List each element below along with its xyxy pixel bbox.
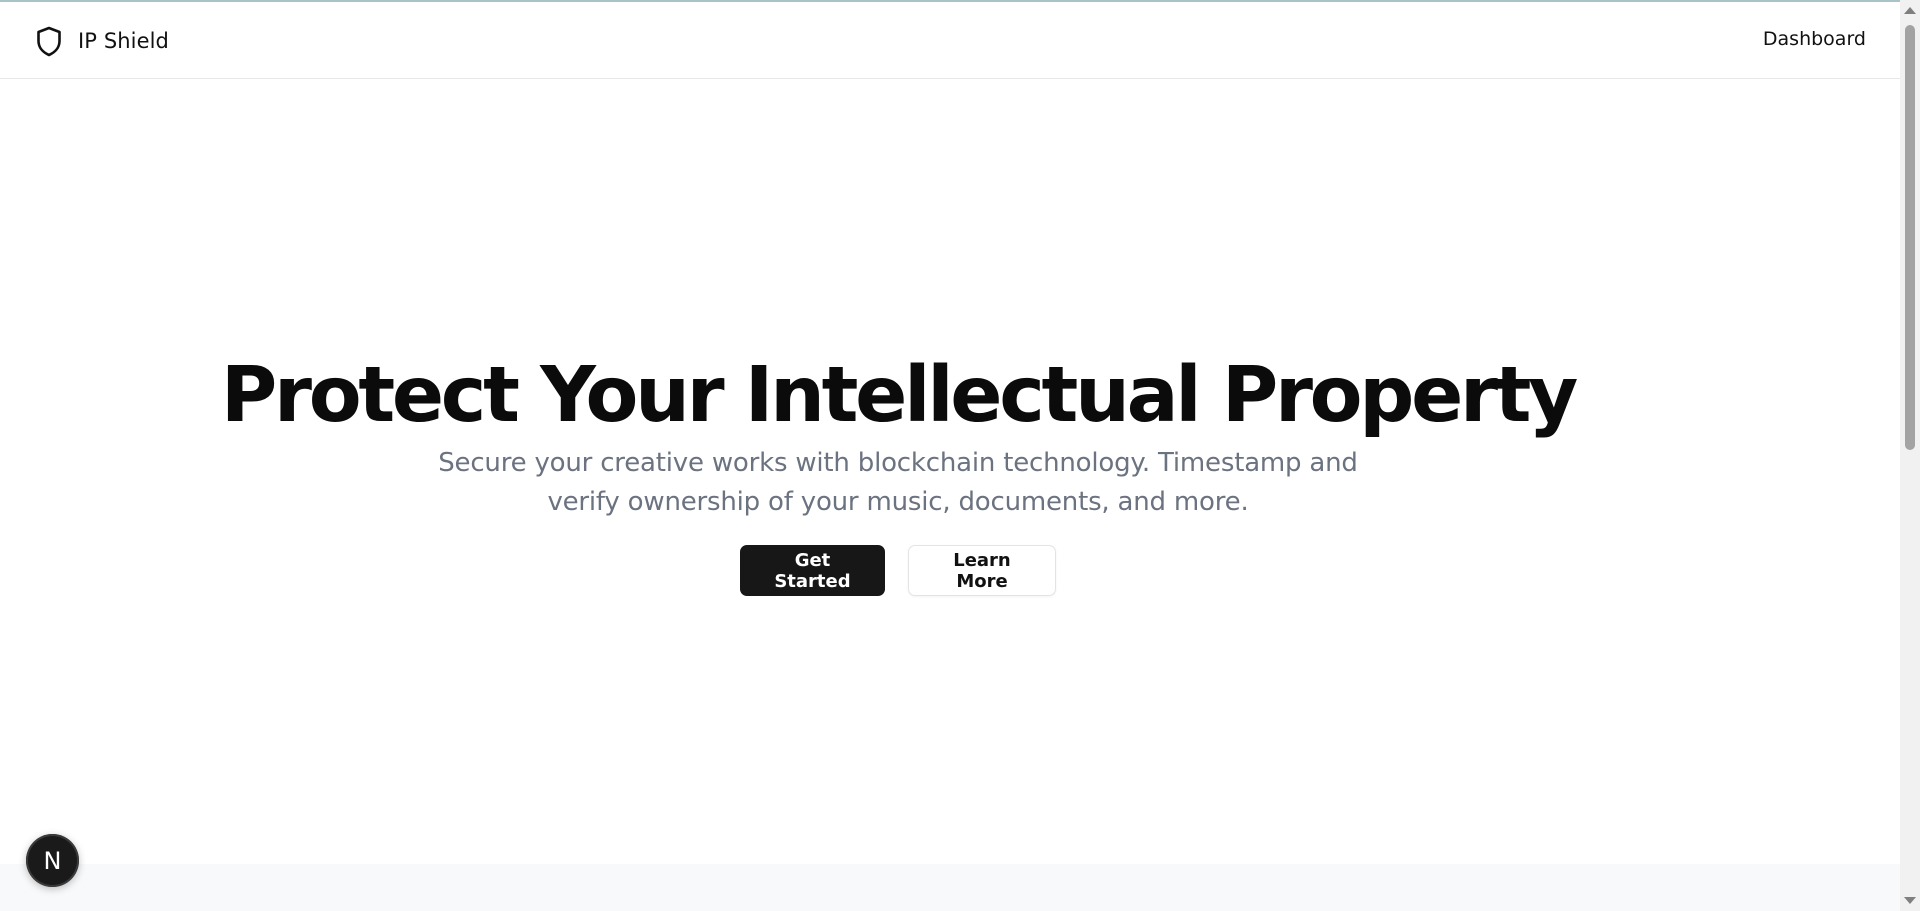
scroll-up-arrow-icon[interactable] [1904,7,1916,14]
hero-actions: Get Started Learn More [0,545,1796,596]
nextjs-icon: N [43,846,62,875]
hero-subtitle: Secure your creative works with blockcha… [438,448,1358,517]
top-navbar: IP Shield Dashboard [0,2,1900,79]
get-started-button[interactable]: Get Started [740,545,885,596]
brand[interactable]: IP Shield [34,23,169,59]
scrollbar-thumb[interactable] [1905,25,1915,450]
hero-section: Protect Your Intellectual Property Secur… [0,352,1796,596]
nextjs-dev-badge[interactable]: N [26,834,79,887]
learn-more-button[interactable]: Learn More [908,545,1056,596]
scroll-down-arrow-icon[interactable] [1904,897,1916,904]
brand-name: IP Shield [78,29,169,53]
vertical-scrollbar[interactable] [1900,0,1920,911]
browser-viewport: IP Shield Dashboard Protect Your Intelle… [0,0,1920,911]
next-section-preview [0,864,1900,911]
nav-dashboard-link[interactable]: Dashboard [1763,28,1866,50]
shield-icon [34,24,64,58]
landing-page: IP Shield Dashboard Protect Your Intelle… [0,0,1900,911]
hero-title: Protect Your Intellectual Property [220,351,1578,440]
